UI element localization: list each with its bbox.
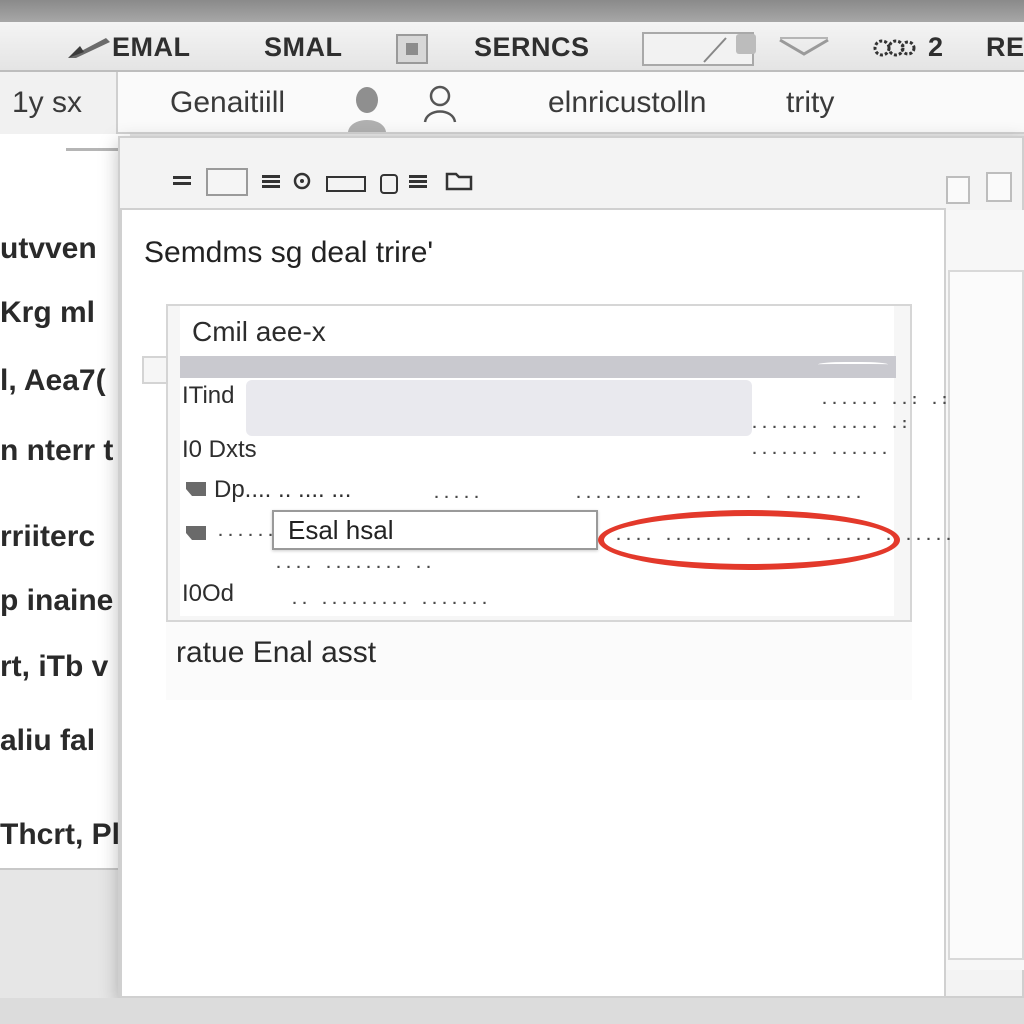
menu-icon[interactable] [170, 170, 196, 192]
footer-note: ratue Enal asst [176, 636, 377, 669]
list-item[interactable]: utvven [0, 232, 97, 266]
menu-bar: EMAL SMAL SERNCS 2 RE [0, 22, 1024, 72]
row-label[interactable]: I0 Dxts [182, 436, 257, 464]
toolbar-label-customer[interactable]: elnricustolln [548, 86, 706, 120]
row-value: ..... [432, 486, 483, 503]
row-value: ....... ...... [750, 442, 891, 459]
mini-button[interactable] [736, 34, 756, 54]
menu-item-email[interactable]: EMAL [112, 30, 191, 64]
slash-icon [703, 37, 727, 63]
pen-icon[interactable] [66, 36, 112, 60]
row-value: .... ........ .. [274, 556, 435, 573]
list-item[interactable]: p inaine [0, 584, 113, 618]
side-tab[interactable] [142, 356, 168, 384]
list-item[interactable]: l, Aea7( [0, 364, 106, 398]
list-item[interactable]: rt, iTb v [0, 650, 108, 684]
notification-count: 2 [928, 32, 944, 62]
row-label[interactable]: ITind [182, 382, 234, 410]
target-icon[interactable] [290, 170, 314, 192]
right-scroll-area[interactable] [948, 270, 1024, 960]
menu-item-small[interactable]: SMAL [264, 30, 343, 64]
bottom-strip [0, 998, 1024, 1024]
device-icon[interactable] [380, 174, 398, 194]
header-rule-hint [818, 362, 888, 368]
list-item[interactable]: Thcrt, Pl [0, 818, 120, 852]
row-value: .. ......... ....... [290, 592, 491, 609]
folder-icon[interactable] [444, 170, 474, 192]
secondary-toolbar [0, 72, 1024, 134]
list-item[interactable]: Krg ml [0, 296, 95, 330]
list-icon[interactable] [260, 170, 284, 192]
email-input[interactable] [272, 510, 598, 550]
window-button[interactable] [986, 172, 1012, 202]
tool-box-button[interactable] [206, 168, 248, 196]
window-button[interactable] [946, 176, 970, 204]
row-value: .................. . ........ [574, 486, 865, 503]
list-icon[interactable] [406, 170, 432, 192]
toolbar-label-general[interactable]: Genaitiill [170, 86, 285, 120]
row-label[interactable]: I0Od [182, 580, 234, 608]
person-icon[interactable] [422, 84, 458, 124]
menu-item-services[interactable]: SERNCS [474, 30, 590, 64]
card-header: Cmil aee-x [192, 316, 326, 347]
avatar-icon[interactable] [346, 84, 388, 132]
list-item[interactable]: n nterr t [0, 434, 113, 468]
row-label[interactable]: Dp.... .. .... ... [214, 476, 351, 504]
row-value: ...... ..: .: [820, 392, 951, 409]
window-top-bar [0, 0, 1024, 22]
list-item[interactable]: aliu fal [0, 724, 95, 758]
highlight-circle [598, 510, 900, 570]
square-icon[interactable] [396, 34, 428, 64]
row-value: ....... ..... .: [750, 416, 911, 433]
chevron-icon[interactable] [776, 34, 832, 60]
tag-icon [186, 482, 206, 496]
divider [66, 148, 118, 151]
tag-icon [186, 526, 206, 540]
rectangle-icon[interactable] [326, 176, 366, 192]
toolbar-label-trity[interactable]: trity [786, 86, 834, 120]
menu-item-re[interactable]: RE [986, 30, 1024, 64]
toolbar-label-left[interactable]: 1y sx [12, 86, 82, 120]
bell-icon[interactable] [872, 34, 916, 66]
header-rule [180, 356, 896, 378]
dialog-title: Semdms sg deal trire' [144, 236, 434, 269]
list-item[interactable]: rriiterc [0, 520, 95, 554]
selected-row-highlight[interactable] [246, 380, 752, 436]
